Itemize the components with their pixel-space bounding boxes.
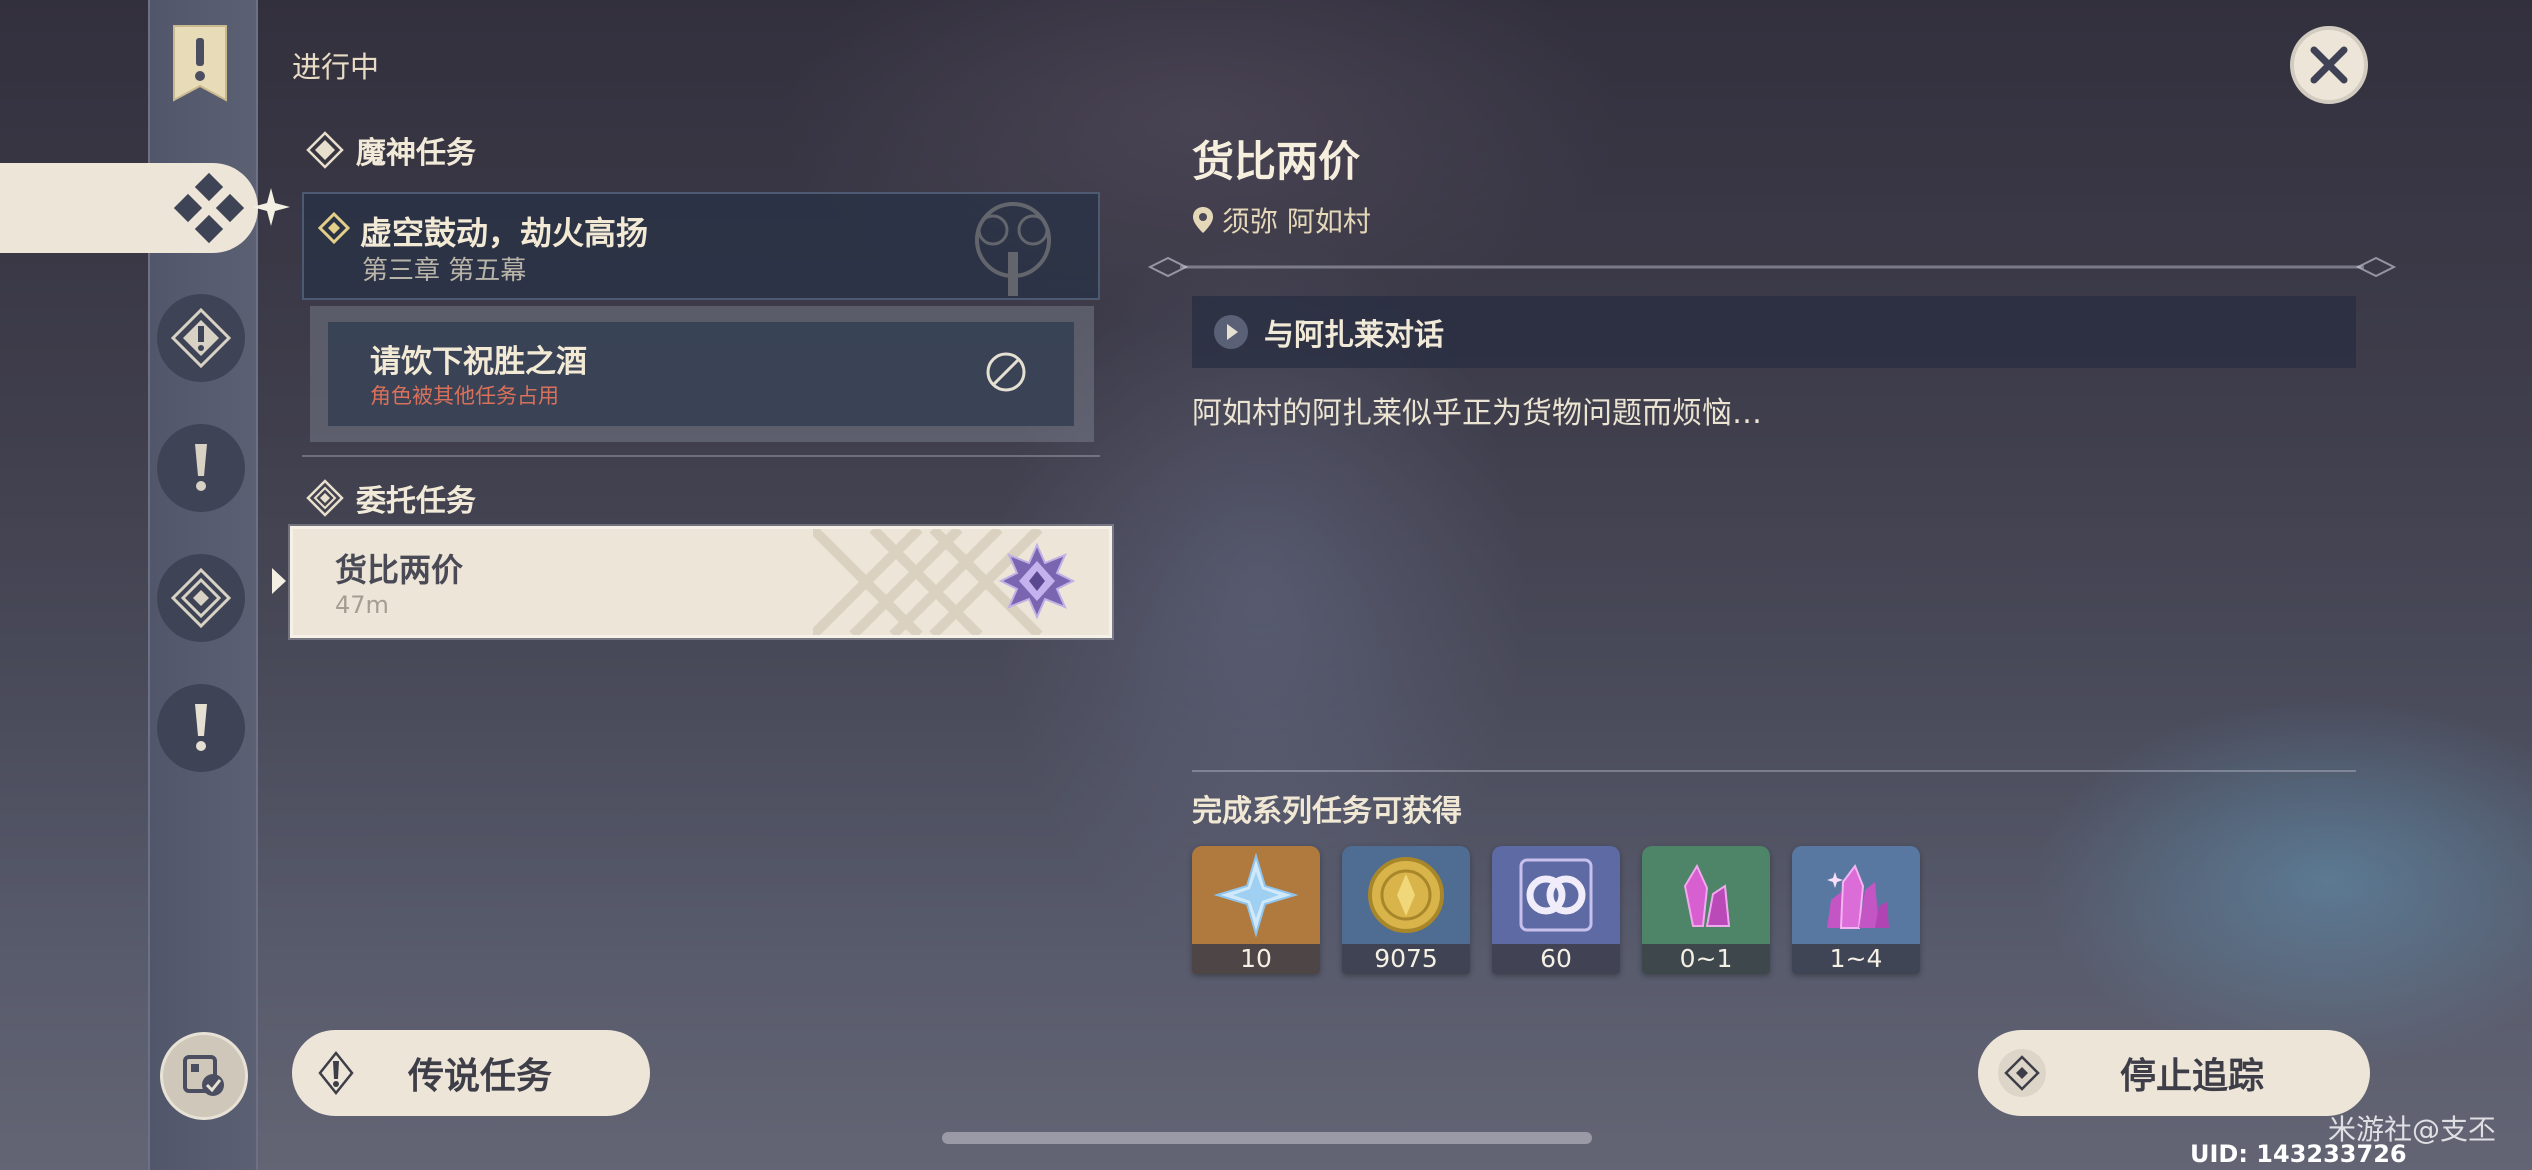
close-button[interactable]	[2290, 26, 2368, 104]
quest-objective-text: 与阿扎莱对话	[1264, 318, 1444, 353]
reward-mora[interactable]: 9075	[1342, 846, 1470, 974]
quest-location-text: 须弥 阿如村	[1222, 205, 1371, 238]
legend-quest-button[interactable]: 传说任务	[292, 1030, 650, 1116]
reward-count: 0~1	[1642, 944, 1770, 974]
reward-count: 10	[1192, 944, 1320, 974]
commission-quest-title: 货比两价	[335, 551, 464, 589]
reward-crystal-ore[interactable]: 0~1	[1642, 846, 1770, 974]
archon-quest-icon	[306, 131, 344, 169]
subquest-warning: 角色被其他任务占用	[370, 384, 559, 408]
commission-emblem-icon	[999, 543, 1075, 619]
tracked-diamond-icon	[318, 212, 350, 244]
archon-quest-chapter: 第三章 第五幕	[362, 256, 527, 286]
exclamation-icon	[195, 704, 207, 751]
primogem-icon	[1213, 852, 1299, 938]
quest-description: 阿如村的阿扎莱似乎正为货物问题而烦恼…	[1192, 396, 1762, 431]
tab-all-quests[interactable]	[0, 163, 258, 253]
archon-group-label: 魔神任务	[356, 136, 476, 171]
close-icon	[2310, 46, 2348, 84]
legend-quest-label: 传说任务	[408, 1056, 553, 1097]
reward-count: 60	[1492, 944, 1620, 974]
location-pin-icon	[1193, 207, 1213, 233]
legend-exclamation-icon	[318, 1051, 354, 1095]
checklist-icon	[183, 1055, 224, 1096]
tab-commission-quests[interactable]	[157, 554, 245, 642]
commission-diamond-icon	[306, 479, 344, 517]
rewards-divider	[1192, 770, 2356, 772]
archon-quest-title: 虚空鼓动，劫火高扬	[360, 214, 649, 252]
crystal-cluster-icon	[1827, 863, 1889, 929]
archon-group-header: 魔神任务	[306, 128, 476, 172]
archon-quest-icon	[170, 307, 232, 369]
uid-label: UID: 143233726	[2190, 1140, 2407, 1168]
quest-log-settings-button[interactable]	[160, 1032, 248, 1120]
ornamental-divider	[1147, 256, 2397, 278]
reward-count: 9075	[1342, 944, 1470, 974]
selected-star-icon	[252, 188, 290, 226]
reward-count: 1~4	[1792, 944, 1920, 974]
quest-objective: 与阿扎莱对话	[1192, 296, 2356, 368]
commission-diamond-icon	[170, 567, 232, 629]
blocked-icon	[986, 352, 1026, 392]
status-label: 进行中	[292, 50, 380, 84]
quest-location: 须弥 阿如村	[1192, 200, 1371, 240]
commission-quest-card[interactable]: 货比两价 47m	[290, 526, 1112, 638]
reward-primogem[interactable]: 10	[1192, 846, 1320, 974]
crystal-ore-icon	[1683, 863, 1731, 927]
subquest-card[interactable]: 请饮下祝胜之酒 角色被其他任务占用	[328, 322, 1074, 426]
play-arrow-icon	[1214, 315, 1248, 349]
reward-crystal-cluster[interactable]: 1~4	[1792, 846, 1920, 974]
banner-exclamation-icon	[173, 25, 227, 102]
sumeru-tree-emblem-icon	[975, 202, 1051, 296]
section-divider	[302, 455, 1100, 457]
quest-detail-title: 货比两价	[1192, 137, 1361, 186]
selection-pointer-icon	[272, 568, 286, 594]
archon-quest-card[interactable]: 虚空鼓动，劫火高扬 第三章 第五幕	[302, 192, 1100, 300]
tab-story-quests[interactable]	[157, 424, 245, 512]
tab-archon-quests[interactable]	[157, 294, 245, 382]
exclamation-icon	[195, 444, 207, 491]
four-diamonds-icon	[174, 173, 244, 243]
commission-group-header: 委托任务	[306, 476, 476, 520]
companionship-exp-icon	[1519, 858, 1593, 932]
stop-tracking-label: 停止追踪	[2120, 1056, 2265, 1097]
rewards-list: 10 9075 60 0~1 1~4	[1192, 846, 1920, 974]
mora-icon	[1368, 857, 1444, 933]
subquest-title: 请饮下祝胜之酒	[370, 344, 587, 380]
reward-companionship-exp[interactable]: 60	[1492, 846, 1620, 974]
commission-group-label: 委托任务	[356, 484, 476, 519]
tab-world-quests[interactable]	[157, 684, 245, 772]
home-indicator[interactable]	[942, 1132, 1592, 1144]
rewards-title: 完成系列任务可获得	[1192, 794, 1462, 829]
stop-tracking-button[interactable]: 停止追踪	[1978, 1030, 2370, 1116]
tracking-diamond-icon	[1998, 1049, 2046, 1097]
commission-distance: 47m	[335, 591, 389, 619]
